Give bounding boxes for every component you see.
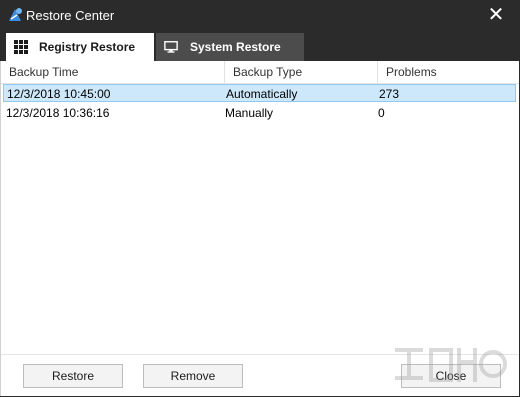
backup-time-cell: 12/3/2018 10:45:00 xyxy=(7,87,111,101)
window-title: Restore Center xyxy=(26,8,115,23)
tab-label: Registry Restore xyxy=(39,40,136,54)
restore-button[interactable]: Restore xyxy=(23,364,123,388)
column-header-backup-type[interactable]: Backup Type xyxy=(225,61,378,83)
restore-panel: Backup Time Backup Type Problems 12/3/20… xyxy=(0,61,519,396)
monitor-icon xyxy=(164,41,178,53)
app-logo-icon xyxy=(9,8,22,21)
tab-label: System Restore xyxy=(190,40,281,54)
watermark-logo xyxy=(395,348,507,382)
restore-center-window: Restore Center ✕ Registry Restore System… xyxy=(0,0,520,397)
column-header-backup-time[interactable]: Backup Time xyxy=(1,61,225,83)
tab-registry-restore[interactable]: Registry Restore xyxy=(6,33,154,61)
problems-cell: 273 xyxy=(379,87,400,101)
close-icon[interactable]: ✕ xyxy=(486,5,506,25)
title-bar: Restore Center ✕ xyxy=(0,0,520,32)
table-row[interactable]: 12/3/2018 10:36:16 Manually 0 xyxy=(3,104,516,122)
backup-type-cell: Manually xyxy=(225,106,274,120)
tab-bar: Registry Restore System Restore xyxy=(0,33,520,61)
remove-button[interactable]: Remove xyxy=(143,364,243,388)
table-row[interactable]: 12/3/2018 10:45:00 Automatically 273 xyxy=(3,84,516,102)
backup-time-cell: 12/3/2018 10:36:16 xyxy=(6,106,110,120)
grid-icon xyxy=(14,40,28,54)
column-header-problems[interactable]: Problems xyxy=(378,61,519,83)
problems-cell: 0 xyxy=(378,106,385,120)
backup-type-cell: Automatically xyxy=(226,87,298,101)
tab-system-restore[interactable]: System Restore xyxy=(156,33,304,61)
table-header: Backup Time Backup Type Problems xyxy=(1,61,519,84)
